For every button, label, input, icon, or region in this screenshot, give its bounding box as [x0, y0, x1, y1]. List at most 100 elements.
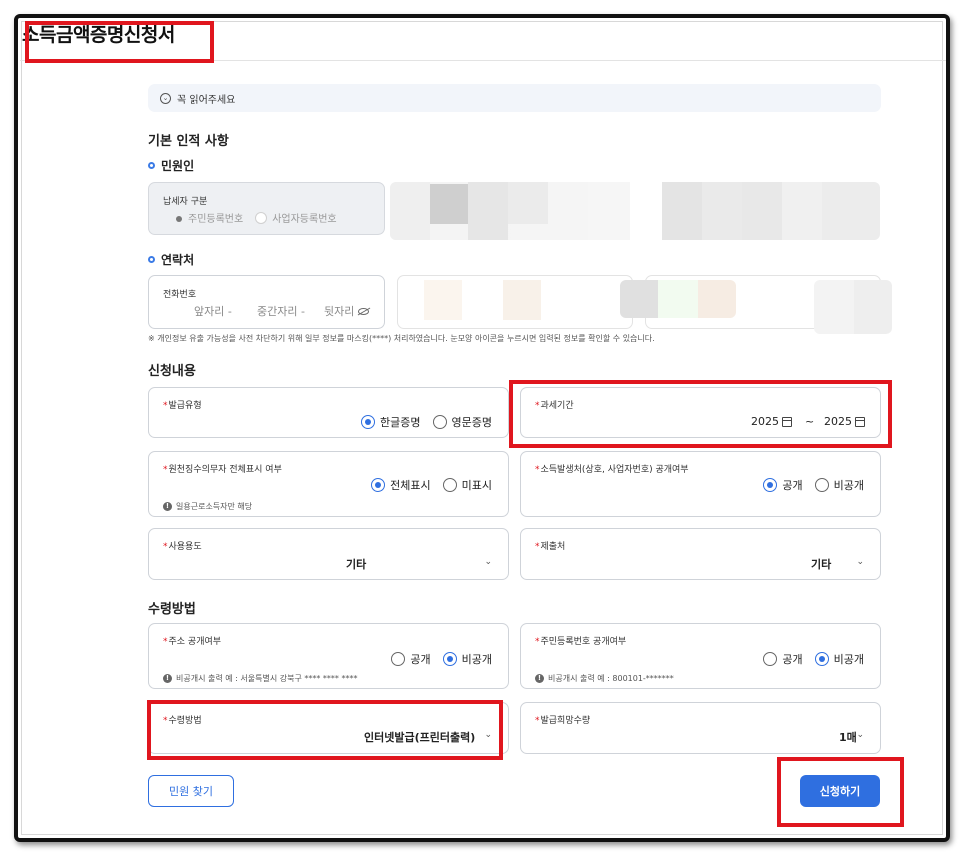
- radio-private[interactable]: 비공개: [814, 477, 864, 493]
- copies-label-text: 발급희망수량: [540, 716, 591, 726]
- radio-korean[interactable]: 한글증명: [361, 414, 421, 430]
- radio-icon: [255, 211, 268, 224]
- mask-block: [702, 182, 742, 240]
- masked-contact-field-1: [397, 275, 633, 329]
- copies-select[interactable]: *발급희망수량 1매 ⌄: [520, 702, 881, 754]
- highlight-tax-period: [509, 380, 892, 448]
- address-disclosure-field: *주소 공개여부 공개 비공개 ! 비공개시 출력 예 : 서울특별시 강북구 *…: [148, 623, 509, 689]
- radio-icon: [814, 652, 829, 666]
- radio-label: 비공개: [833, 479, 864, 492]
- rrn-disclosure-label: *주민등록번호 공개여부: [535, 634, 626, 647]
- radio-label: 사업자등록번호: [272, 214, 337, 225]
- required-mark: *: [535, 542, 540, 552]
- phone-last-placeholder: 뒷자리: [324, 305, 355, 318]
- chevron-down-icon: ⌄: [856, 730, 864, 740]
- radio-icon: [173, 213, 183, 223]
- mask-block: [698, 280, 736, 318]
- withholding-display-label-text: 원천징수의무자 전체표시 여부: [168, 465, 282, 475]
- radio-icon: [432, 415, 447, 429]
- taxpayer-type-field: 납세자 구분 주민등록번호 사업자등록번호: [148, 182, 385, 235]
- radio-public[interactable]: 공개: [763, 651, 803, 667]
- radio-icon: [814, 478, 829, 492]
- radio-private[interactable]: 비공개: [814, 651, 864, 667]
- section-heading-receive: 수령방법: [148, 602, 196, 617]
- taxpayer-type-options: 주민등록번호 사업자등록번호: [173, 210, 337, 225]
- chevron-down-icon: ⌄: [484, 557, 492, 567]
- notice-toggle[interactable]: ⌄ 꼭 읽어주세요: [148, 84, 881, 112]
- radio-icon: [763, 652, 778, 666]
- submit-to-label-text: 제출처: [540, 542, 566, 552]
- radio-public[interactable]: 공개: [763, 477, 803, 493]
- radio-icon: [371, 478, 386, 492]
- privacy-note: ※ 개인정보 유출 가능성을 사전 차단하기 위해 일부 정보를 마스킹(***…: [148, 334, 655, 343]
- radio-label: 공개: [782, 653, 803, 666]
- bullet-icon: [148, 256, 155, 263]
- section-heading-request: 신청내용: [148, 364, 196, 379]
- mask-block: [620, 280, 658, 318]
- required-mark: *: [535, 716, 540, 726]
- mask-block: [548, 182, 588, 240]
- rrn-disclosure-field: *주민등록번호 공개여부 공개 비공개 ! 비공개시 출력 예 : 800101-…: [520, 623, 881, 689]
- withholding-display-hint: ! 일용근로소득자만 해당: [163, 501, 252, 512]
- address-disclosure-options: 공개 비공개: [379, 651, 492, 667]
- radio-icon: [442, 478, 457, 492]
- radio-english[interactable]: 영문증명: [432, 414, 492, 430]
- purpose-value: 기타: [346, 558, 367, 571]
- copies-label: *발급희망수량: [535, 713, 590, 726]
- radio-private[interactable]: 비공개: [442, 651, 492, 667]
- submit-to-select[interactable]: *제출처 기타 ⌄: [520, 528, 881, 580]
- phone-last-input[interactable]: 뒷자리: [324, 303, 370, 319]
- radio-show-all[interactable]: 전체표시: [371, 477, 431, 493]
- radio-icon: [442, 652, 457, 666]
- issue-type-field: *발급유형 한글증명 영문증명: [148, 387, 509, 438]
- mask-block: [662, 182, 702, 240]
- radio-rrn[interactable]: 주민등록번호: [173, 210, 243, 225]
- radio-label: 미표시: [461, 479, 492, 492]
- phone-separator: -: [300, 305, 305, 318]
- radio-brn[interactable]: 사업자등록번호: [255, 210, 337, 225]
- phone-first-placeholder: 앞자리: [194, 305, 225, 318]
- withholding-display-label: *원천징수의무자 전체표시 여부: [163, 462, 282, 475]
- radio-label: 주민등록번호: [188, 214, 244, 225]
- phone-middle-placeholder: 중간자리: [257, 305, 298, 318]
- phone-middle-input[interactable]: 중간자리 -: [257, 303, 305, 319]
- mask-block: [814, 280, 854, 334]
- withholding-display-field: *원천징수의무자 전체표시 여부 전체표시 미표시 ! 일용근로소득자만 해당: [148, 451, 509, 517]
- eye-off-icon[interactable]: [358, 307, 370, 315]
- required-mark: *: [163, 542, 168, 552]
- radio-label: 한글증명: [380, 416, 421, 429]
- rrn-disclosure-options: 공개 비공개: [751, 651, 864, 667]
- submit-to-value: 기타: [811, 558, 832, 571]
- subheading-applicant: 민원인: [148, 157, 194, 174]
- rrn-disclosure-label-text: 주민등록번호 공개여부: [540, 637, 627, 647]
- hint-text: 비공개시 출력 예 : 서울특별시 강북구 **** **** ****: [176, 674, 358, 683]
- taxpayer-type-label: 납세자 구분: [163, 197, 208, 207]
- mask-block: [822, 182, 880, 240]
- highlight-submit-button: [777, 757, 904, 827]
- masked-applicant-info: [390, 182, 880, 240]
- mask-block: [658, 280, 698, 318]
- required-mark: *: [163, 401, 168, 411]
- mask-block: [430, 184, 468, 224]
- issue-type-options: 한글증명 영문증명: [349, 414, 492, 430]
- radio-label: 공개: [410, 653, 431, 666]
- mask-block: [424, 280, 462, 320]
- mask-block: [468, 182, 508, 240]
- phone-first-input[interactable]: 앞자리 -: [194, 303, 232, 319]
- subheading-contact-label: 연락처: [161, 253, 195, 267]
- phone-separator: -: [227, 305, 232, 318]
- hint-text: 비공개시 출력 예 : 800101-*******: [548, 674, 674, 683]
- hint-text: 일용근로소득자만 해당: [176, 502, 253, 511]
- mask-block: [503, 280, 541, 320]
- find-civil-petition-button[interactable]: 민원 찾기: [148, 775, 234, 807]
- mask-block: [508, 182, 548, 224]
- mask-block: [390, 182, 430, 240]
- required-mark: *: [535, 637, 540, 647]
- radio-public[interactable]: 공개: [391, 651, 431, 667]
- phone-label: 전화번호: [163, 290, 197, 300]
- required-mark: *: [163, 637, 168, 647]
- info-icon: !: [163, 502, 172, 511]
- radio-hide[interactable]: 미표시: [442, 477, 492, 493]
- purpose-select[interactable]: *사용용도 기타 ⌄: [148, 528, 509, 580]
- masked-contact-blocks: [620, 280, 736, 318]
